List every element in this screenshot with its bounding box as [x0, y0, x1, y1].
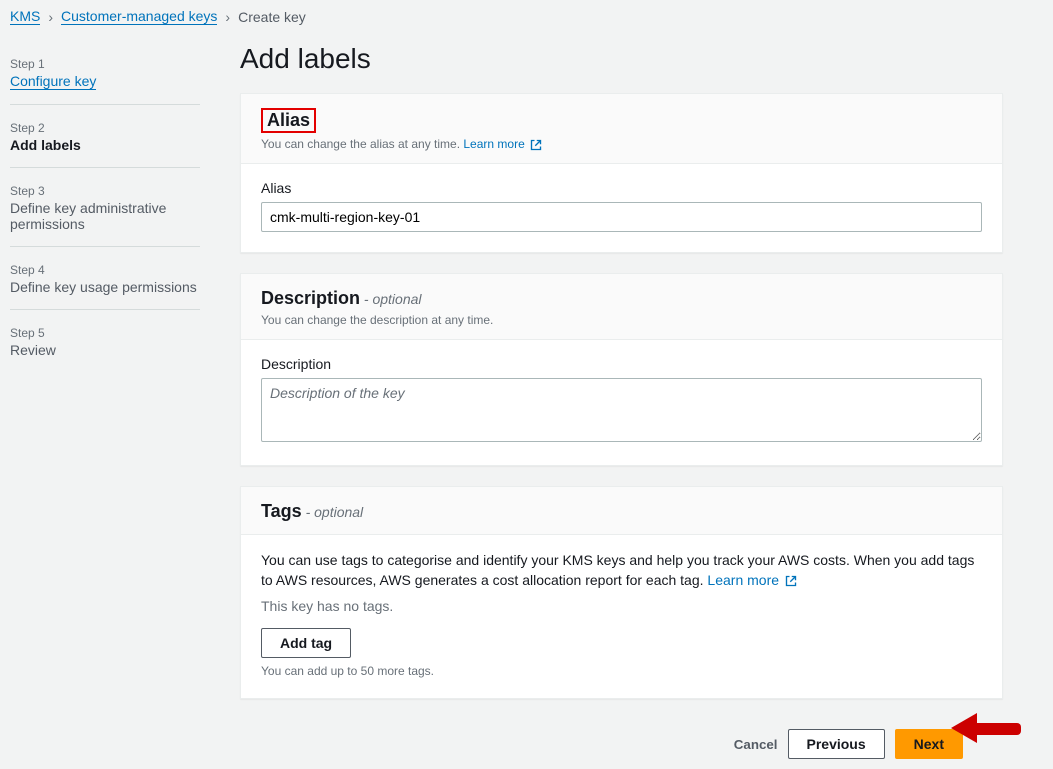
tags-heading: Tags	[261, 501, 302, 521]
step-num: Step 1	[10, 57, 200, 71]
tags-hint: You can add up to 50 more tags.	[261, 664, 982, 678]
step-title: Review	[10, 342, 200, 358]
tags-panel: Tags - optional You can use tags to cate…	[240, 486, 1003, 699]
step-num: Step 2	[10, 121, 200, 135]
optional-label: - optional	[364, 291, 422, 307]
highlight-annotation: Alias	[261, 108, 316, 133]
external-link-icon	[530, 139, 542, 151]
wizard-steps: Step 1 Configure key Step 2 Add labels S…	[10, 33, 200, 759]
description-heading: Description	[261, 288, 360, 308]
cancel-button[interactable]: Cancel	[734, 737, 778, 752]
chevron-right-icon: ›	[48, 9, 53, 25]
breadcrumb-current: Create key	[238, 9, 306, 25]
description-label: Description	[261, 356, 982, 372]
previous-button[interactable]: Previous	[788, 729, 885, 759]
step-title: Define key administrative permissions	[10, 200, 200, 232]
step-title[interactable]: Configure key	[10, 73, 96, 90]
description-subtext: You can change the description at any ti…	[261, 313, 982, 327]
breadcrumb-kms[interactable]: KMS	[10, 8, 40, 25]
tags-description: You can use tags to categorise and ident…	[261, 552, 974, 588]
no-tags-text: This key has no tags.	[261, 598, 982, 614]
arrow-annotation	[951, 713, 1041, 743]
alias-label: Alias	[261, 180, 982, 196]
tags-learn-more-link[interactable]: Learn more	[707, 572, 796, 588]
chevron-right-icon: ›	[225, 9, 230, 25]
step-num: Step 5	[10, 326, 200, 340]
wizard-footer: Cancel Previous Next	[240, 719, 1003, 759]
description-panel: Description - optional You can change th…	[240, 273, 1003, 466]
alias-heading: Alias	[267, 110, 310, 130]
add-tag-button[interactable]: Add tag	[261, 628, 351, 658]
description-input[interactable]	[261, 378, 982, 442]
alias-panel: Alias You can change the alias at any ti…	[240, 93, 1003, 253]
step-4: Step 4 Define key usage permissions	[10, 257, 200, 310]
step-2: Step 2 Add labels	[10, 115, 200, 168]
breadcrumb: KMS › Customer-managed keys › Create key	[0, 0, 1053, 33]
step-1[interactable]: Step 1 Configure key	[10, 51, 200, 105]
external-link-icon	[785, 575, 797, 587]
alias-learn-more-link[interactable]: Learn more	[463, 137, 542, 151]
optional-label: - optional	[306, 504, 364, 520]
step-title: Add labels	[10, 137, 200, 153]
step-num: Step 3	[10, 184, 200, 198]
step-title: Define key usage permissions	[10, 279, 200, 295]
page-title: Add labels	[240, 43, 1003, 75]
breadcrumb-cmk[interactable]: Customer-managed keys	[61, 8, 217, 25]
step-num: Step 4	[10, 263, 200, 277]
alias-input[interactable]	[261, 202, 982, 232]
alias-subtext: You can change the alias at any time.	[261, 137, 460, 151]
step-3: Step 3 Define key administrative permiss…	[10, 178, 200, 247]
step-5: Step 5 Review	[10, 320, 200, 372]
